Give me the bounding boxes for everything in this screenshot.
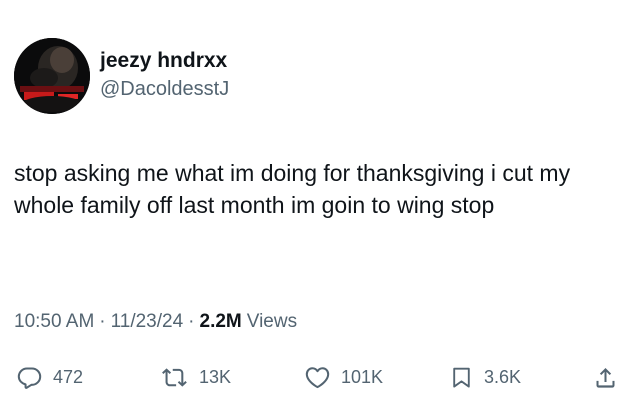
tweet-header: jeezy hndrxx @DacoldesstJ [14,38,229,114]
user-handle[interactable]: @DacoldesstJ [100,76,229,102]
reply-button[interactable]: 472 [16,364,83,391]
repost-button[interactable]: 13K [161,364,231,391]
share-button[interactable] [592,364,619,391]
heart-icon [305,367,330,389]
tweet-text: stop asking me what im doing for thanksg… [14,160,571,218]
reply-icon [17,367,42,389]
views-count: 2.2M [199,311,242,332]
bookmark-icon [453,367,470,388]
bookmark-button[interactable]: 3.6K [449,364,521,391]
action-bar: 472 13K 101K 3.6K [14,364,626,398]
bookmark-count: 3.6K [484,367,522,387]
repost-count: 13K [199,367,232,387]
views-label: Views [246,311,298,332]
like-count: 101K [341,367,384,387]
tweet-card: jeezy hndrxx @DacoldesstJ stop asking me… [0,0,640,408]
tweet-meta: 10:50 AM · 11/23/24 · 2.2M Views [14,311,297,333]
repost-icon [162,368,187,387]
share-icon [596,367,615,388]
avatar-image [14,38,90,114]
tweet-time[interactable]: 10:50 AM [14,311,94,333]
avatar[interactable] [14,38,90,114]
meta-separator: · [99,311,106,332]
author-names: jeezy hndrxx @DacoldesstJ [100,48,229,102]
like-button[interactable]: 101K [304,364,383,391]
meta-separator: · [188,311,195,332]
display-name[interactable]: jeezy hndrxx [100,48,229,74]
reply-count: 472 [53,367,84,387]
tweet-date[interactable]: 11/23/24 [111,311,184,333]
